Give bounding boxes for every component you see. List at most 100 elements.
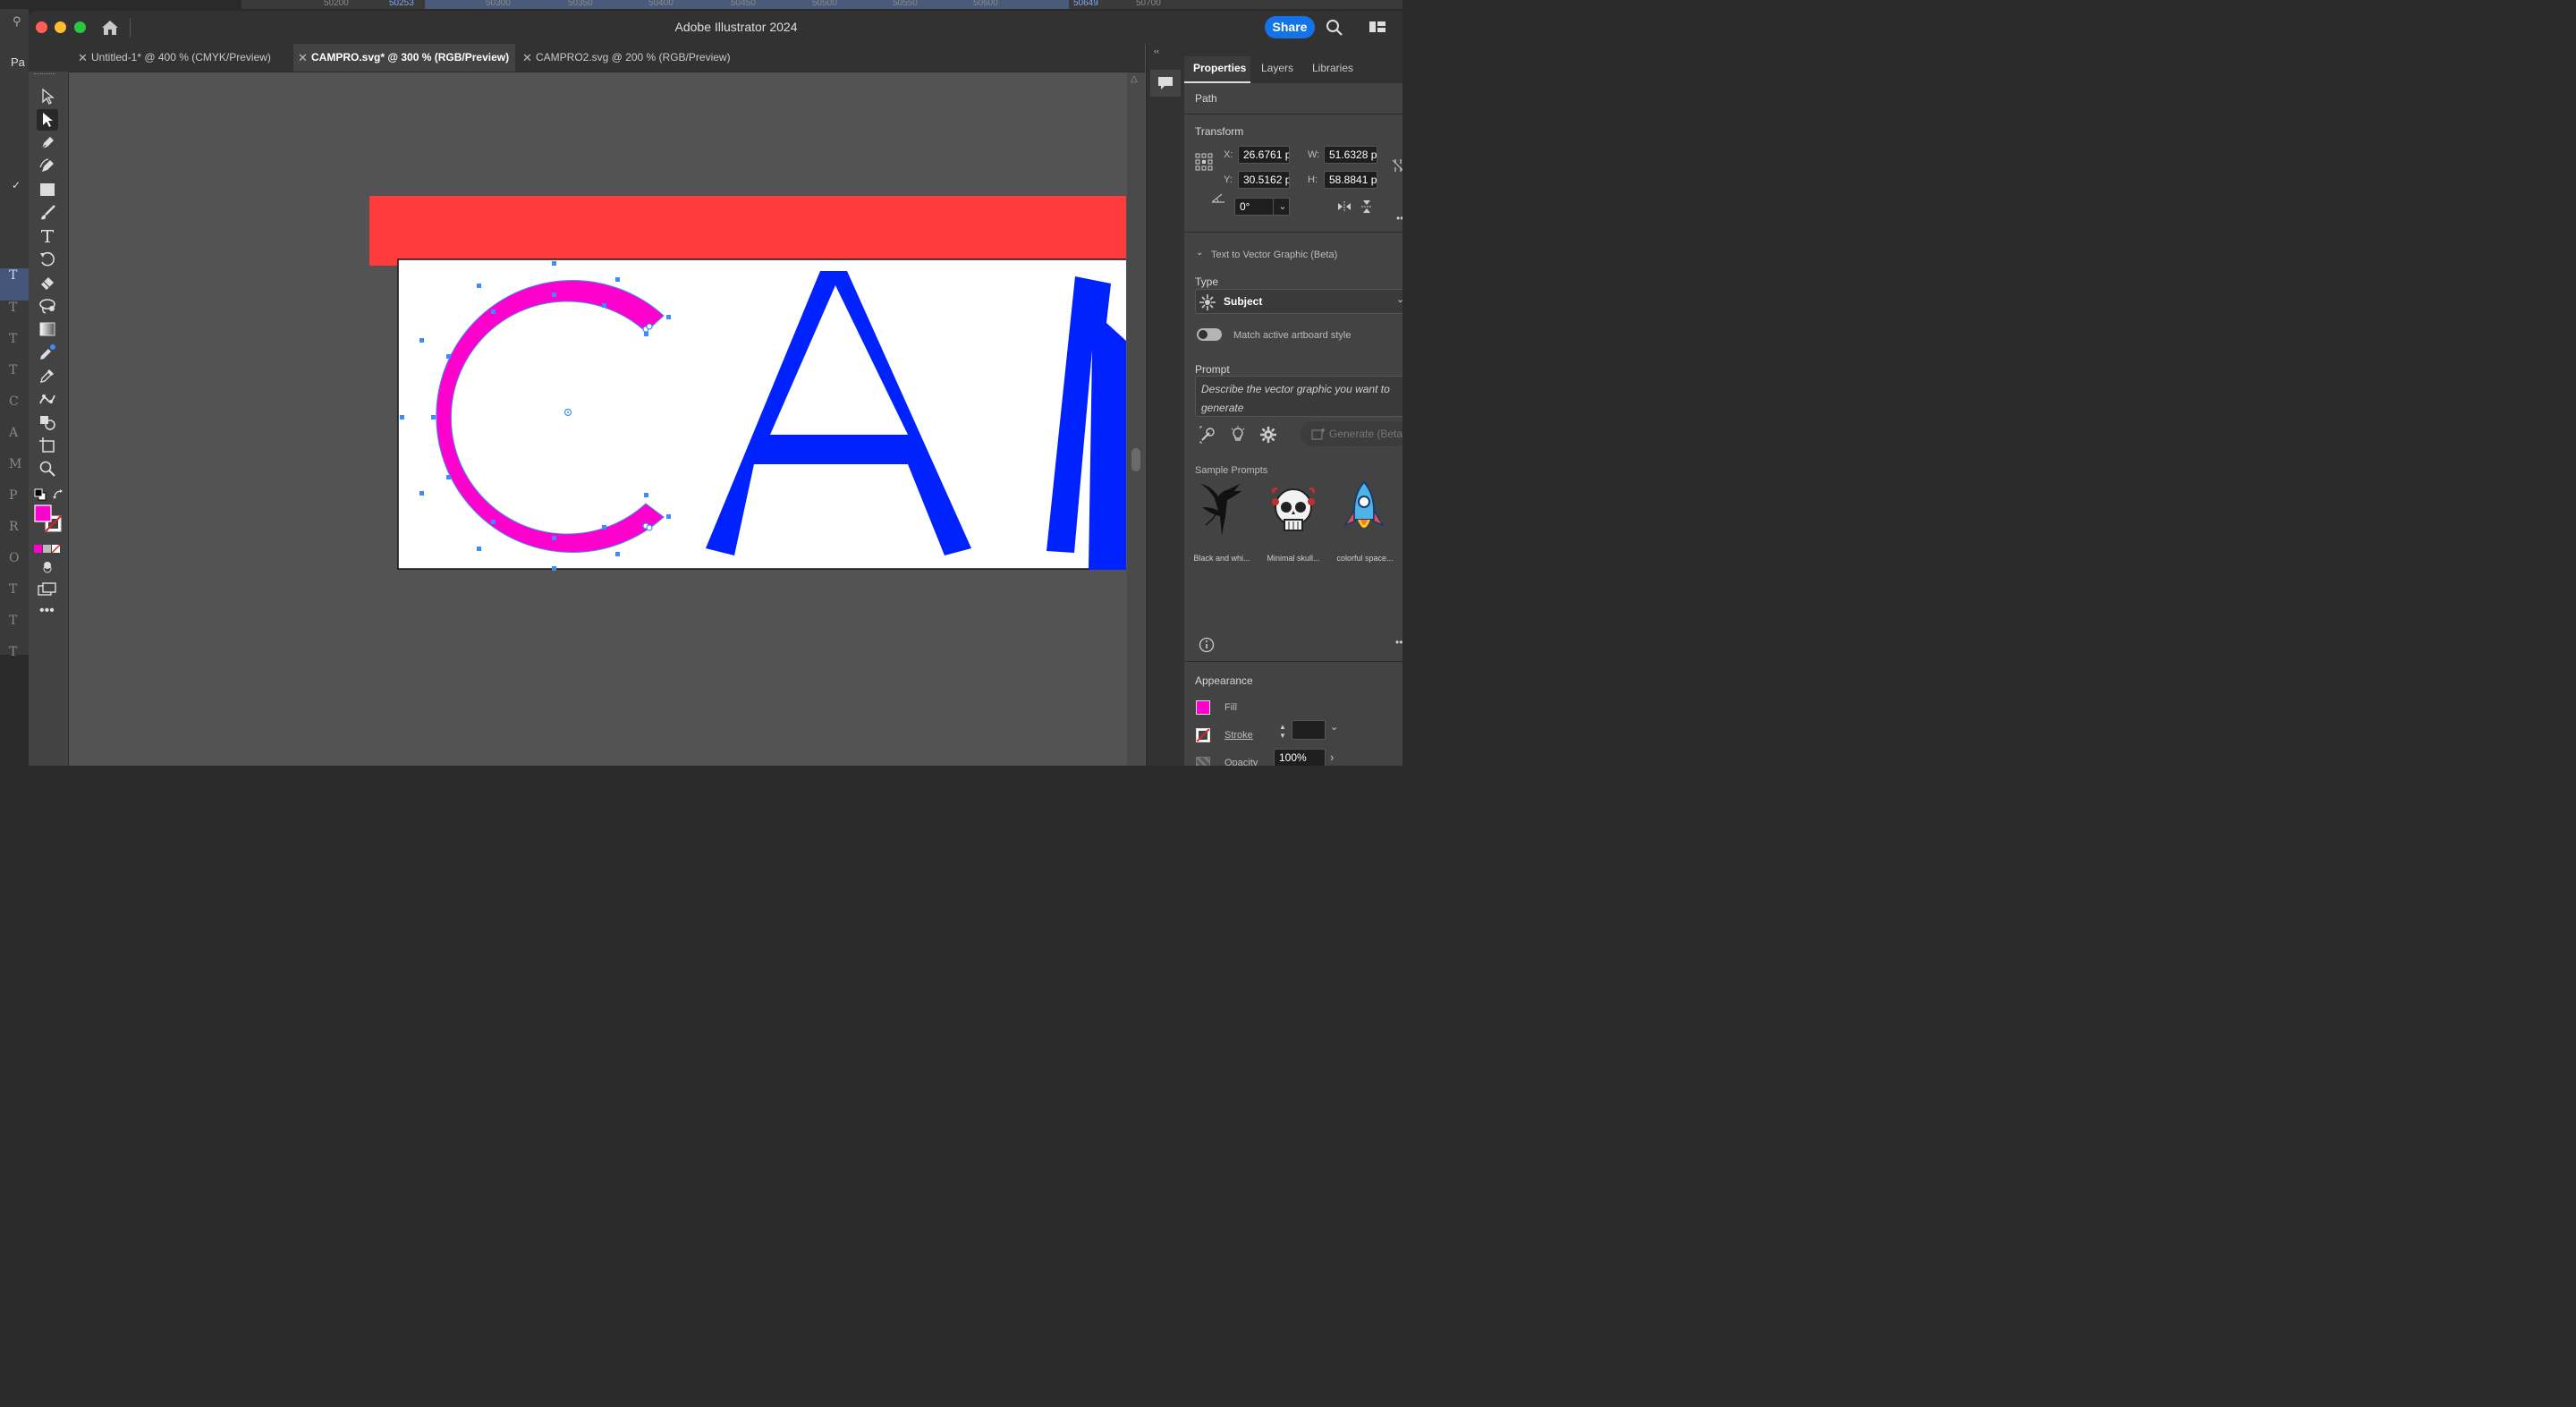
more-options-icon[interactable]: •• <box>1396 212 1402 225</box>
tab-libraries[interactable]: Libraries <box>1303 56 1362 83</box>
toolbar-grip[interactable] <box>34 73 55 77</box>
close-tab-icon[interactable]: ✕ <box>298 44 308 72</box>
vertical-scrollbar[interactable]: △ <box>1127 72 1145 766</box>
shape-builder-tool[interactable] <box>37 411 58 433</box>
paintbrush-icon <box>41 205 55 220</box>
opacity-field[interactable]: 100% <box>1274 749 1326 766</box>
y-field[interactable]: 30.5162 p <box>1238 171 1290 189</box>
workspace-layout-icon[interactable] <box>1368 20 1386 34</box>
rectangle-tool[interactable] <box>37 179 58 200</box>
width-field[interactable]: 51.6328 p <box>1324 146 1377 164</box>
chevron-down-icon[interactable]: ⌄ <box>1330 721 1338 733</box>
x-field[interactable]: 26.6761 p <box>1238 146 1290 164</box>
opacity-label[interactable]: Opacity <box>1224 758 1258 766</box>
stroke-stepper-icon[interactable]: ▲ ▼ <box>1279 723 1286 741</box>
color-mode-buttons[interactable] <box>34 542 61 558</box>
default-fill-stroke-icon[interactable] <box>34 488 47 501</box>
zoom-tool[interactable] <box>37 458 58 479</box>
collapse-panels-icon[interactable]: ‹‹ <box>1154 47 1159 55</box>
background-letter: T <box>9 363 18 377</box>
angle-dropdown-chevron-icon[interactable]: ⌄ <box>1273 198 1292 216</box>
chevron-down-icon[interactable]: ⌄ <box>1196 248 1203 258</box>
fill-stroke-swatches[interactable] <box>34 504 66 533</box>
match-artboard-toggle[interactable] <box>1197 328 1222 341</box>
artboard-icon <box>39 437 55 453</box>
rocket-thumbnail-icon <box>1343 480 1385 528</box>
type-dropdown[interactable]: Subject ⌄ <box>1195 289 1402 314</box>
skull-thumbnail-icon <box>1272 487 1315 531</box>
more-tools-icon[interactable]: ••• <box>39 603 55 619</box>
comments-strip: ‹‹ <box>1146 44 1184 766</box>
shape-builder-icon <box>40 416 55 430</box>
close-tab-icon[interactable]: ✕ <box>522 44 532 72</box>
sample-prompt-skull[interactable] <box>1268 484 1318 538</box>
search-icon: ⚲ <box>13 14 21 28</box>
tab-properties[interactable]: Properties <box>1184 56 1250 83</box>
eyedropper-tool[interactable] <box>37 365 58 386</box>
ruler-tick: 50200 <box>324 0 349 8</box>
curvature-tool[interactable] <box>37 156 58 177</box>
artboard-tool[interactable] <box>37 435 58 456</box>
illustrator-window: Adobe Illustrator 2024 Share ›› ✕ Untitl… <box>29 11 1402 766</box>
selection-tool[interactable] <box>37 86 58 107</box>
sample-caption-rocket: colorful space... <box>1336 554 1394 563</box>
drawing-mode-icon[interactable] <box>39 560 55 574</box>
scrollbar-thumb[interactable] <box>1131 448 1140 471</box>
tab-campro2[interactable]: ✕ CAMPRO2.svg @ 200 % (RGB/Preview) <box>518 44 741 72</box>
flip-horizontal-icon[interactable] <box>1337 201 1352 212</box>
fill-swatch[interactable] <box>1196 700 1210 715</box>
more-options-icon[interactable]: •• <box>1395 636 1402 648</box>
scan-reference-icon[interactable] <box>1199 426 1216 444</box>
gradient-tool[interactable] <box>37 318 58 340</box>
chevron-right-icon[interactable]: › <box>1330 750 1334 764</box>
type-tool[interactable] <box>37 225 58 247</box>
background-letter: P <box>9 488 18 503</box>
height-field[interactable]: 58.8841 p <box>1324 171 1377 189</box>
info-icon[interactable] <box>1199 637 1215 653</box>
tab-campro[interactable]: ✕ CAMPRO.svg* @ 300 % (RGB/Preview) <box>293 44 515 72</box>
lightbulb-icon[interactable] <box>1230 426 1246 444</box>
tab-label: CAMPRO2.svg @ 200 % (RGB/Preview) <box>536 51 731 64</box>
rotate-tool[interactable] <box>37 249 58 270</box>
stroke-label[interactable]: Stroke <box>1224 730 1253 741</box>
pen-icon <box>40 137 54 150</box>
tab-layers[interactable]: Layers <box>1252 56 1302 83</box>
close-tab-icon[interactable]: ✕ <box>78 44 88 72</box>
reference-point-icon[interactable] <box>1195 153 1213 171</box>
comments-button[interactable] <box>1150 70 1181 97</box>
constrain-proportions-icon[interactable] <box>1392 158 1402 173</box>
sample-prompt-rocket[interactable] <box>1342 480 1386 539</box>
ruler-tick: 50700 <box>1136 0 1161 8</box>
share-button[interactable]: Share <box>1265 16 1315 38</box>
background-letter: C <box>9 394 19 409</box>
pen-tool[interactable] <box>37 132 58 154</box>
sample-prompt-bird[interactable] <box>1195 480 1249 543</box>
center-point-dot <box>567 411 569 413</box>
prompt-textarea[interactable]: Describe the vector graphic you want to … <box>1195 376 1402 417</box>
artwork[interactable] <box>69 72 1126 766</box>
type-label: Type <box>1195 275 1219 288</box>
puppet-warp-icon <box>39 394 55 404</box>
paintbrush-tool[interactable] <box>37 202 58 224</box>
gear-icon[interactable] <box>1260 427 1276 443</box>
lasso-tool[interactable] <box>37 295 58 317</box>
red-rectangle[interactable] <box>369 196 1126 266</box>
scroll-up-icon[interactable]: △ <box>1131 74 1138 84</box>
generate-button[interactable]: Generate (Beta) <box>1301 421 1402 446</box>
eraser-tool[interactable] <box>37 272 58 293</box>
fill-label[interactable]: Fill <box>1224 702 1237 713</box>
swap-fill-stroke-icon[interactable] <box>52 488 64 501</box>
eyedropper-color-tool[interactable] <box>37 342 58 363</box>
ruler-tick: 50550 <box>893 0 918 8</box>
artboard-canvas[interactable] <box>69 72 1126 766</box>
screen-mode-icon[interactable] <box>38 582 57 597</box>
stroke-swatch[interactable] <box>1196 728 1210 742</box>
t2v-title[interactable]: Text to Vector Graphic (Beta) <box>1211 250 1337 260</box>
search-icon[interactable] <box>1326 19 1343 37</box>
direct-selection-tool[interactable] <box>37 109 58 131</box>
flip-vertical-icon[interactable] <box>1361 199 1372 214</box>
tab-untitled-1[interactable]: ✕ Untitled-1* @ 400 % (CMYK/Preview) <box>73 44 292 72</box>
puppet-warp-tool[interactable] <box>37 388 58 410</box>
generate-label: Generate (Beta) <box>1329 428 1402 440</box>
stroke-weight-field[interactable] <box>1292 720 1326 740</box>
